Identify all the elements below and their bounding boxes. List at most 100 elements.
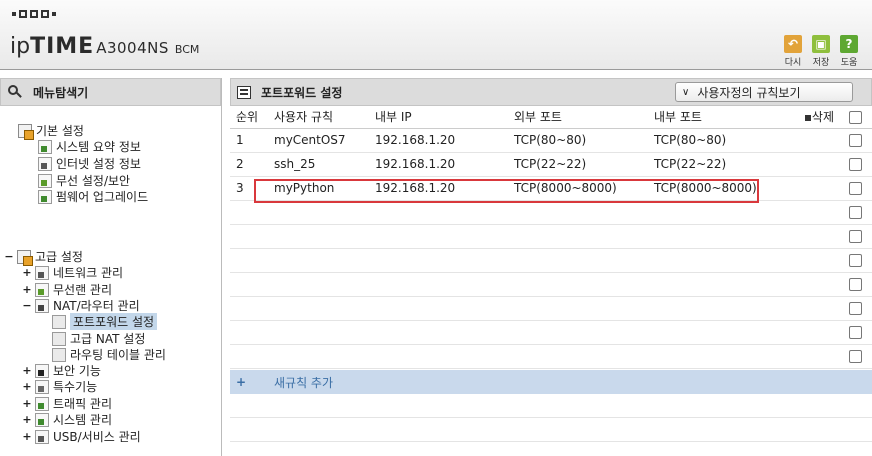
tree-item-internet-info[interactable]: 인터넷 설정 정보 — [38, 155, 141, 172]
table-row[interactable]: 2 ssh_25 192.168.1.20 TCP(22~22) TCP(22~… — [230, 152, 872, 177]
collapse-toggle[interactable]: − — [22, 299, 32, 312]
tree-label: 기본 설정 — [36, 124, 84, 138]
menu-explorer-title: 메뉴탐색기 — [33, 85, 89, 100]
expand-toggle[interactable]: + — [22, 283, 32, 296]
tree-item-firmware-upgrade[interactable]: 펌웨어 업그레이드 — [38, 188, 148, 205]
tree-item-traffic[interactable]: + 트래픽 관리 — [22, 395, 112, 412]
tree-advanced-settings[interactable]: − 고급 설정 — [4, 248, 83, 266]
tree-item-security[interactable]: + 보안 기능 — [22, 362, 101, 379]
external-port-cell: TCP(22~22) — [508, 152, 648, 177]
lock-icon — [35, 363, 49, 378]
tree-item-wireless-security[interactable]: 무선 설정/보안 — [38, 172, 130, 189]
page-icon — [52, 331, 66, 346]
add-rule-row[interactable]: + 새규칙 추가 — [230, 370, 872, 394]
rank-cell: 1 — [230, 128, 268, 153]
table-header-row: 순위 사용자 규칙 내부 IP 외부 포트 내부 포트 삭제 — [230, 106, 872, 129]
menu-explorer: 메뉴탐색기 기본 설정 시스템 요약 정보 인터넷 설정 정보 무선 설정/보안… — [0, 78, 222, 456]
chevron-down-icon: ∨ — [682, 86, 690, 98]
table-row-empty — [230, 272, 872, 297]
top-header: ip TIME A3004NS BCM ↶ 다시 ▣ 저장 ? 도움 — [0, 0, 872, 70]
tree-item-usb-service[interactable]: + USB/서비스 관리 — [22, 428, 141, 445]
tree-item-routing-table[interactable]: 라우팅 테이블 관리 — [52, 346, 166, 363]
col-rule-name: 사용자 규칙 — [268, 106, 369, 129]
tree-item-network[interactable]: + 네트워크 관리 — [22, 264, 123, 281]
undo-button[interactable]: ↶ 다시 — [782, 35, 804, 68]
table-row[interactable]: 1 myCentOS7 192.168.1.20 TCP(80~80) TCP(… — [230, 128, 872, 153]
save-icon: ▣ — [812, 35, 830, 53]
save-label: 저장 — [812, 58, 830, 68]
add-rule-label: 새규칙 추가 — [274, 375, 334, 390]
tree-item-system[interactable]: + 시스템 관리 — [22, 411, 112, 428]
col-internal-ip: 내부 IP — [369, 106, 508, 129]
tree-label: 무선랜 관리 — [53, 283, 113, 297]
tree-item-advanced-nat[interactable]: 고급 NAT 설정 — [52, 330, 145, 347]
collapse-toggle[interactable]: − — [4, 250, 14, 263]
help-button[interactable]: ? 도움 — [838, 35, 860, 68]
row-checkbox[interactable] — [848, 134, 862, 147]
list-icon — [237, 85, 251, 99]
select-all-checkbox[interactable] — [848, 110, 862, 124]
tree-item-special[interactable]: + 특수기능 — [22, 378, 97, 395]
tree-label: 보안 기능 — [53, 364, 101, 378]
row-checkbox-cell — [838, 176, 872, 201]
brand-model: A3004NS — [96, 39, 169, 57]
expand-toggle[interactable]: + — [22, 430, 32, 443]
save-button[interactable]: ▣ 저장 — [810, 35, 832, 68]
tree-label: 라우팅 테이블 관리 — [70, 348, 166, 362]
table-row-empty — [230, 344, 872, 369]
delete-all-header[interactable]: 삭제 — [788, 106, 838, 129]
wifi-icon — [35, 282, 49, 297]
row-checkbox[interactable] — [848, 254, 862, 267]
highlight-box — [254, 179, 759, 203]
row-checkbox[interactable] — [848, 326, 862, 339]
rule-view-dropdown[interactable]: ∨ 사용자정의 규칙보기 — [675, 82, 853, 102]
tree-item-nat-router[interactable]: − NAT/라우터 관리 — [22, 297, 140, 314]
tree-item-wireless-lan[interactable]: + 무선랜 관리 — [22, 281, 112, 298]
logo-mark — [12, 10, 56, 18]
rule-name-cell: ssh_25 — [268, 152, 369, 177]
dropdown-value: 사용자정의 규칙보기 — [697, 85, 801, 100]
expand-toggle[interactable]: + — [22, 413, 32, 426]
internal-ip-cell: 192.168.1.20 — [369, 152, 508, 177]
row-checkbox[interactable] — [848, 302, 862, 315]
tree-label: 시스템 요약 정보 — [56, 140, 141, 154]
expand-toggle[interactable]: + — [22, 364, 32, 377]
expand-toggle[interactable]: + — [22, 266, 32, 279]
row-checkbox[interactable] — [848, 206, 862, 219]
expand-toggle[interactable]: + — [22, 380, 32, 393]
row-checkbox[interactable] — [848, 158, 862, 171]
tree-label: 포트포워드 설정 — [70, 313, 158, 330]
undo-icon: ↶ — [784, 35, 802, 53]
external-port-cell: TCP(80~80) — [508, 128, 648, 153]
internal-ip-cell: 192.168.1.20 — [369, 128, 508, 153]
spacer-row — [230, 418, 872, 442]
header-toolbar: ↶ 다시 ▣ 저장 ? 도움 — [782, 35, 860, 68]
tree-basic-settings[interactable]: 기본 설정 — [18, 122, 84, 140]
table-row-empty — [230, 296, 872, 321]
tree-label: 특수기능 — [53, 380, 98, 394]
tree-label: USB/서비스 관리 — [53, 430, 141, 444]
traffic-chart-icon — [35, 396, 49, 411]
empty-cell — [788, 176, 838, 201]
router-icon — [35, 298, 49, 313]
tree-label: 고급 NAT 설정 — [70, 332, 146, 346]
folder-icon — [18, 123, 34, 140]
row-checkbox[interactable] — [848, 350, 862, 363]
row-checkbox[interactable] — [848, 182, 862, 195]
table-row-empty — [230, 320, 872, 345]
table-row-empty — [230, 248, 872, 273]
page-icon — [52, 347, 66, 362]
tree-item-system-summary[interactable]: 시스템 요약 정보 — [38, 138, 141, 155]
row-checkbox[interactable] — [848, 230, 862, 243]
port-forward-panel: 포트포워드 설정 ∨ 사용자정의 규칙보기 순위 사용자 규칙 내부 IP 외부… — [230, 78, 872, 456]
internal-port-cell: TCP(22~22) — [648, 152, 788, 177]
expand-toggle[interactable]: + — [22, 397, 32, 410]
row-checkbox[interactable] — [848, 278, 862, 291]
brand-ip: ip — [10, 34, 31, 59]
wifi-icon — [38, 173, 52, 188]
tree-item-port-forward[interactable]: 포트포워드 설정 — [52, 313, 158, 330]
tree-label: NAT/라우터 관리 — [53, 299, 140, 313]
tree-label: 무선 설정/보안 — [56, 174, 131, 188]
table-row-empty — [230, 224, 872, 249]
undo-label: 다시 — [784, 58, 802, 68]
